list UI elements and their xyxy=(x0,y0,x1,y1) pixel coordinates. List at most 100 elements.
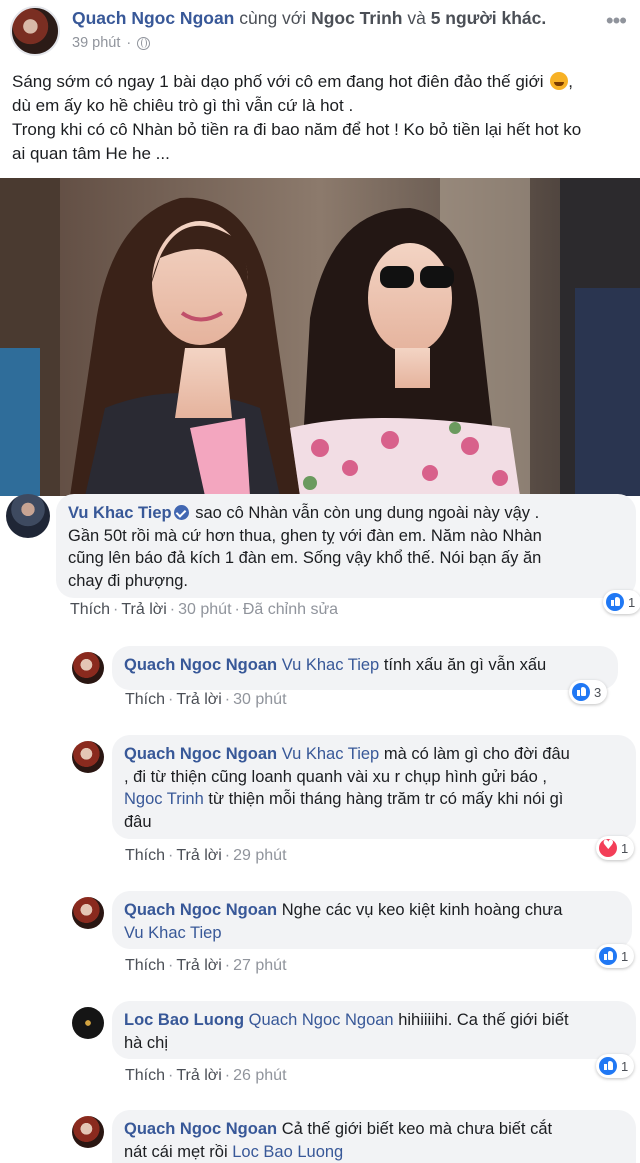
separator-dot: · xyxy=(224,691,231,708)
comment-time[interactable]: 29 phút xyxy=(233,847,286,864)
more-options-icon[interactable]: ••• xyxy=(606,8,627,34)
comment-time[interactable]: 30 phút xyxy=(178,601,231,618)
comment-author[interactable]: Quach Ngoc Ngoan xyxy=(124,901,277,919)
comment-author[interactable]: Quach Ngoc Ngoan xyxy=(124,656,277,674)
comment-text: Cả thế giới biết keo mà chưa biết cắt xyxy=(281,1120,553,1138)
comment-text: hà chị xyxy=(124,1033,169,1052)
comment-actions: Thích · Trả lời · 30 phút xyxy=(125,691,287,709)
comment-text: đâu xyxy=(124,812,152,831)
comment-bubble: Quach Ngoc Ngoan Vu Khac Tiep tính xấu ă… xyxy=(112,646,618,690)
separator-dot: · xyxy=(168,847,174,864)
like-reaction-icon xyxy=(606,593,624,611)
post-header-line: Quach Ngoc Ngoan cùng với Ngoc Trinh và … xyxy=(72,8,546,29)
like-link[interactable]: Thích xyxy=(125,847,165,864)
with-text: cùng với xyxy=(239,8,307,28)
comment-text: nát cái mẹt rồi xyxy=(124,1142,228,1161)
separator-dot: · xyxy=(169,601,176,618)
comment-bubble: Quach Ngoc Ngoan Vu Khac Tiep mà có làm … xyxy=(112,735,636,839)
reaction-count: 1 xyxy=(621,840,629,856)
comment-text: , đi từ thiện cũng loanh quanh vài xu r … xyxy=(124,767,547,786)
comment-bubble: Loc Bao Luong Quach Ngoc Ngoan hihiiiihi… xyxy=(112,1001,636,1059)
comment-author[interactable]: Quach Ngoc Ngoan xyxy=(124,745,277,763)
commenter-avatar[interactable] xyxy=(72,741,104,773)
love-reaction-icon xyxy=(599,838,617,857)
separator-dot: · xyxy=(224,957,231,974)
comment-actions: Thích · Trả lời · 30 phút · Đã chỉnh sửa xyxy=(70,601,338,619)
separator-dot: · xyxy=(168,957,174,974)
comment-time[interactable]: 27 phút xyxy=(233,957,286,974)
comment-time[interactable]: 26 phút xyxy=(233,1067,286,1084)
commenter-avatar[interactable] xyxy=(72,897,104,929)
post-photo[interactable] xyxy=(0,178,640,496)
comment-text: chay đi phượng. xyxy=(68,571,189,590)
post-author-name[interactable]: Quach Ngoc Ngoan xyxy=(72,8,234,28)
separator-dot: · xyxy=(168,691,174,708)
commenter-avatar[interactable] xyxy=(6,494,50,538)
post-text-span: Sáng sớm có ngay 1 bài dạo phố với cô em… xyxy=(12,72,544,91)
comment-time[interactable]: 30 phút xyxy=(233,691,286,708)
others-count-link[interactable]: 5 người khác. xyxy=(431,8,547,28)
comment-actions: Thích · Trả lời · 29 phút xyxy=(125,847,287,865)
comment-text: tính xấu ăn gì vẫn xấu xyxy=(383,656,547,674)
comment-author[interactable]: Loc Bao Luong xyxy=(124,1011,244,1029)
reaction-count: 1 xyxy=(621,948,629,964)
commenter-avatar[interactable] xyxy=(72,1116,104,1148)
comment-mention[interactable]: Quach Ngoc Ngoan xyxy=(249,1011,394,1029)
reaction-count-badge[interactable]: 1 xyxy=(603,590,640,614)
like-link[interactable]: Thích xyxy=(70,601,110,618)
reply-link[interactable]: Trả lời xyxy=(176,1067,221,1084)
comment-actions: Thích · Trả lời · 27 phút xyxy=(125,957,287,975)
separator-dot: · xyxy=(113,601,119,618)
commenter-avatar[interactable] xyxy=(72,652,104,684)
author-avatar[interactable] xyxy=(10,6,60,56)
like-link[interactable]: Thích xyxy=(125,691,165,708)
post-timestamp[interactable]: 39 phút xyxy=(72,35,120,51)
post-meta: 39 phút · xyxy=(72,35,151,51)
meta-dot: · xyxy=(126,35,132,51)
reaction-count-badge[interactable]: 3 xyxy=(569,680,608,704)
reaction-count-badge[interactable]: 1 xyxy=(596,836,635,860)
commenter-avatar[interactable] xyxy=(72,1007,104,1039)
reply-link[interactable]: Trả lời xyxy=(121,601,166,618)
post-text-span: , xyxy=(568,72,573,91)
edited-label: Đã chỉnh sửa xyxy=(242,601,339,618)
tagged-user-link[interactable]: Ngoc Trinh xyxy=(311,8,402,28)
comment-mention[interactable]: Loc Bao Luong xyxy=(232,1143,343,1161)
comment-bubble: Quach Ngoc Ngoan Cả thế giới biết keo mà… xyxy=(112,1110,636,1163)
post-text-line: ai quan tâm He he ... xyxy=(12,144,170,163)
reply-link[interactable]: Trả lời xyxy=(176,691,221,708)
comment-author[interactable]: Vu Khac Tiep xyxy=(68,504,172,522)
comment-mention[interactable]: Vu Khac Tiep xyxy=(124,924,222,942)
post-text-line: Sáng sớm có ngay 1 bài dạo phố với cô em… xyxy=(12,70,634,94)
comment-text: hihiiiihi. Ca thế giới biết xyxy=(398,1011,569,1029)
reaction-count: 1 xyxy=(621,1058,629,1074)
post-header: Quach Ngoc Ngoan cùng với Ngoc Trinh và … xyxy=(0,0,640,62)
separator-dot: · xyxy=(168,1067,174,1084)
comment-actions: Thích · Trả lời · 26 phút xyxy=(125,1067,287,1085)
comment-mention[interactable]: Ngoc Trinh xyxy=(124,790,204,808)
comment-text: cũng lên báo đả kích 1 đàn em. Sống vậy … xyxy=(68,549,542,567)
separator-dot: · xyxy=(234,601,240,618)
reply-link[interactable]: Trả lời xyxy=(176,847,221,864)
post-text: Sáng sớm có ngay 1 bài dạo phố với cô em… xyxy=(12,70,634,166)
reaction-count-badge[interactable]: 1 xyxy=(596,944,635,968)
post-text-line: dù em ấy ko hề chiêu trò gì thì vẫn cứ l… xyxy=(12,96,354,115)
separator-dot: · xyxy=(224,1067,231,1084)
photo-illustration xyxy=(0,178,640,496)
comment-text: mà có làm gì cho đời đâu xyxy=(383,745,570,763)
comment-mention[interactable]: Vu Khac Tiep xyxy=(282,745,380,763)
reaction-count-badge[interactable]: 1 xyxy=(596,1054,635,1078)
devil-emoji-icon xyxy=(550,72,569,90)
separator-dot: · xyxy=(224,847,231,864)
comment-author[interactable]: Quach Ngoc Ngoan xyxy=(124,1120,277,1138)
like-link[interactable]: Thích xyxy=(125,957,165,974)
reply-link[interactable]: Trả lời xyxy=(176,957,221,974)
comment-mention[interactable]: Vu Khac Tiep xyxy=(282,656,380,674)
reaction-count: 1 xyxy=(628,594,636,610)
like-reaction-icon xyxy=(599,1057,617,1075)
comment-text: Nghe các vụ keo kiệt kinh hoàng chưa xyxy=(281,901,563,919)
verified-badge-icon xyxy=(173,505,189,520)
like-reaction-icon xyxy=(599,947,617,965)
comment-bubble: Vu Khac Tiep sao cô Nhàn vẫn còn ung dun… xyxy=(56,494,636,598)
like-link[interactable]: Thích xyxy=(125,1067,165,1084)
